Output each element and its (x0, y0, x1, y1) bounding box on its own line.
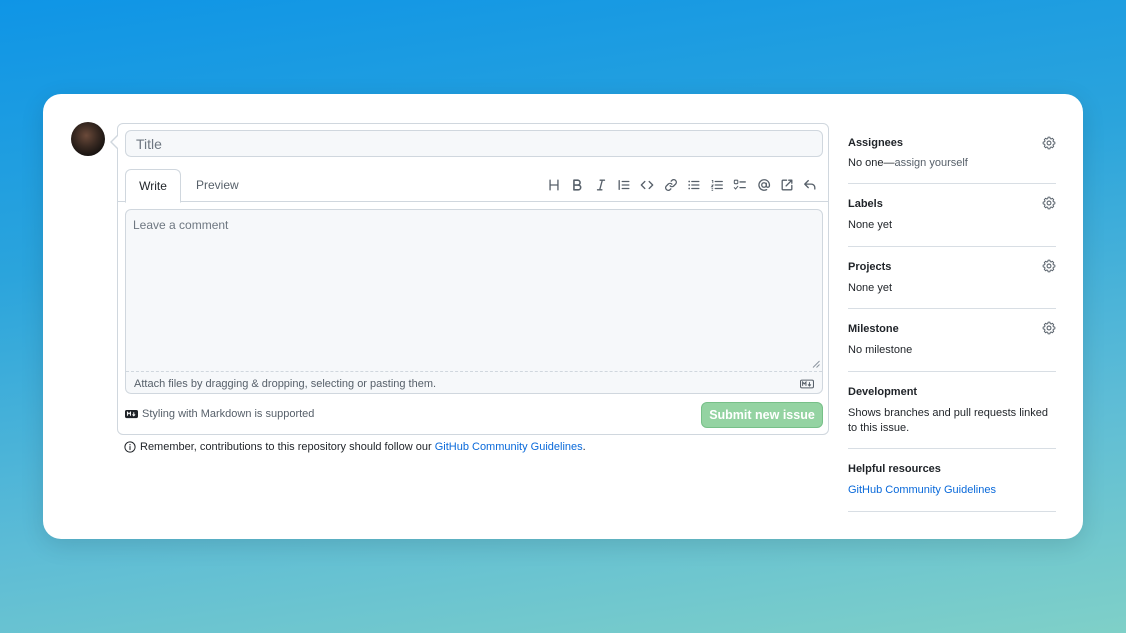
milestone-gear-icon[interactable] (1042, 321, 1056, 335)
reply-icon[interactable] (799, 175, 822, 195)
bold-icon[interactable] (566, 175, 589, 195)
resize-grip-icon[interactable] (812, 360, 820, 368)
sidebar-labels: Labels None yet (848, 184, 1056, 247)
attach-files-bar[interactable]: Attach files by dragging & dropping, sel… (126, 371, 822, 393)
milestone-title: Milestone (848, 323, 899, 335)
markdown-icon (125, 409, 138, 419)
helpful-resources-title: Helpful resources (848, 463, 941, 475)
assignees-sep: — (883, 157, 895, 169)
assignees-gear-icon[interactable] (1042, 136, 1056, 150)
sidebar-projects: Projects None yet (848, 247, 1056, 309)
composer-footer: Styling with Markdown is supported Submi… (125, 402, 823, 428)
assignees-value: No one—assign yourself (848, 156, 1056, 171)
issue-form-card: Write Preview (43, 94, 1083, 539)
reference-icon[interactable] (775, 175, 798, 195)
sidebar-assignees: Assignees No one—assign yourself (848, 124, 1056, 184)
issue-composer: Write Preview (110, 123, 829, 435)
sidebar-helpful-resources: Helpful resources GitHub Community Guide… (848, 449, 1056, 512)
assignees-title: Assignees (848, 137, 904, 149)
tab-preview[interactable]: Preview (196, 169, 239, 202)
projects-value: None yet (848, 282, 893, 294)
markdown-toolbar (542, 175, 822, 195)
title-input[interactable] (125, 130, 823, 157)
helpful-guidelines-link[interactable]: GitHub Community Guidelines (848, 483, 1056, 498)
milestone-value: No milestone (848, 344, 913, 356)
development-title: Development (848, 386, 918, 398)
sidebar-development: Development Shows branches and pull requ… (848, 372, 1056, 449)
numbered-list-icon[interactable] (706, 175, 729, 195)
code-icon[interactable] (636, 175, 659, 195)
attach-files-text: Attach files by dragging & dropping, sel… (134, 378, 437, 390)
projects-gear-icon[interactable] (1042, 259, 1056, 273)
markdown-note-text: Styling with Markdown is supported (142, 408, 315, 420)
assign-yourself-link[interactable]: assign yourself (894, 157, 967, 169)
comment-input[interactable] (126, 210, 822, 370)
labels-title: Labels (848, 198, 883, 210)
submit-new-issue-button[interactable]: Submit new issue (701, 402, 823, 428)
sidebar-milestone: Milestone No milestone (848, 309, 1056, 372)
assignees-none: No one (848, 157, 884, 169)
projects-title: Projects (848, 261, 892, 273)
bulleted-list-icon[interactable] (682, 175, 705, 195)
task-list-icon[interactable] (729, 175, 752, 195)
labels-gear-icon[interactable] (1042, 196, 1056, 210)
editor-tabbar: Write Preview (118, 169, 828, 203)
mention-icon[interactable] (752, 175, 775, 195)
quote-icon[interactable] (612, 175, 635, 195)
community-guidelines-link[interactable]: GitHub Community Guidelines (435, 441, 583, 453)
link-icon[interactable] (659, 175, 682, 195)
guidelines-note: Remember, contributions to this reposito… (124, 441, 586, 453)
markdown-icon[interactable] (800, 379, 814, 389)
italic-icon[interactable] (589, 175, 612, 195)
guidelines-prefix: Remember, contributions to this reposito… (140, 441, 435, 453)
tab-write[interactable]: Write (125, 169, 181, 203)
guidelines-suffix: . (582, 441, 586, 453)
info-icon (124, 441, 136, 453)
issue-sidebar: Assignees No one—assign yourself Labels … (848, 124, 1056, 512)
labels-value: None yet (848, 219, 893, 231)
comment-box: Attach files by dragging & dropping, sel… (125, 209, 823, 394)
heading-icon[interactable] (542, 175, 565, 195)
markdown-note[interactable]: Styling with Markdown is supported (125, 408, 314, 420)
user-avatar[interactable] (71, 122, 105, 156)
development-value: Shows branches and pull requests linked … (848, 407, 1048, 434)
